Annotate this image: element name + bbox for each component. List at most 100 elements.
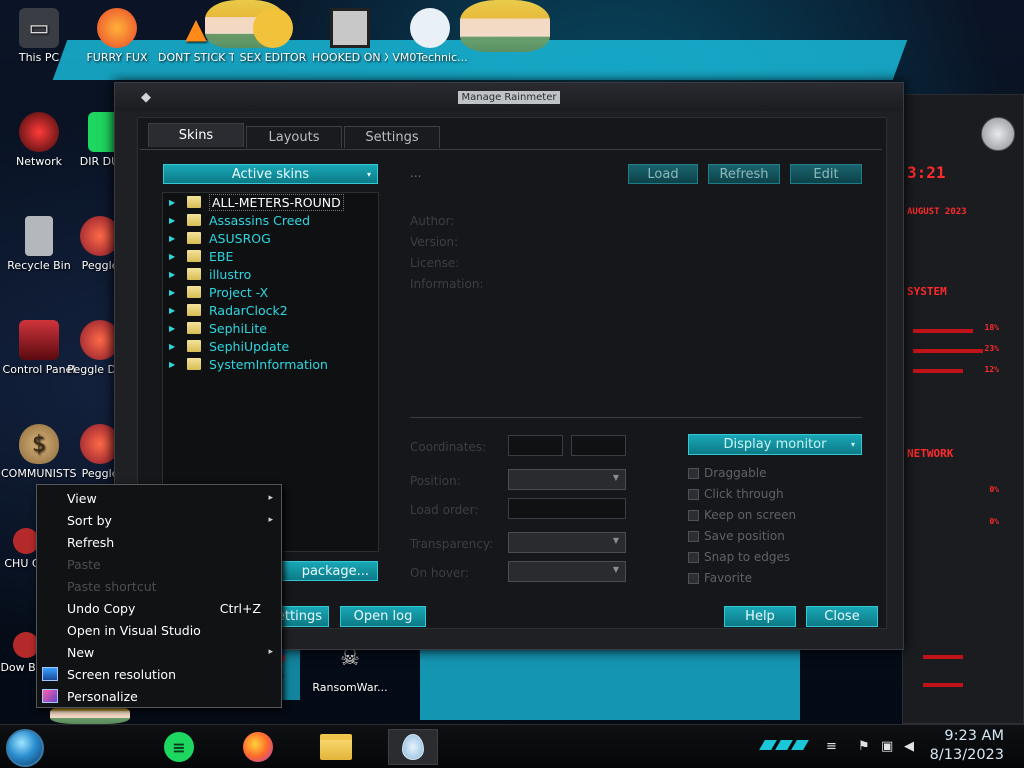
skin-item[interactable]: ▶ EBE [163, 247, 378, 265]
menu-item-view[interactable]: View ▸ [37, 487, 281, 509]
expand-icon[interactable]: ▶ [169, 288, 183, 297]
taskbar-app-rainmeter[interactable] [388, 729, 438, 765]
close-button[interactable]: Close [806, 606, 878, 627]
tab-settings[interactable]: Settings [344, 126, 440, 148]
tab-layouts[interactable]: Layouts [246, 126, 342, 148]
refresh-label: Refresh [719, 166, 769, 182]
menu-item-label: Paste shortcut [67, 578, 157, 594]
skin-item[interactable]: ▶ Assassins Creed [163, 211, 378, 229]
save-position-checkbox[interactable]: Save position [688, 529, 785, 543]
volume-icon[interactable]: ◀ [904, 739, 914, 754]
settings-label: ettings [276, 609, 322, 624]
skin-item[interactable]: ▶ illustro [163, 265, 378, 283]
y-coordinate-field[interactable] [571, 435, 626, 456]
taskbar-app-firefox[interactable] [234, 729, 282, 765]
checkbox-box[interactable] [688, 551, 699, 563]
install-package-button[interactable]: package... [278, 561, 378, 581]
desktop-icon-network[interactable]: Network [1, 112, 77, 168]
desktop-icon-this-pc[interactable]: ▭ This PC [1, 8, 77, 64]
skin-path-label: ... [410, 166, 422, 180]
menu-item-paste-shortcut: Paste shortcut [37, 575, 281, 597]
skin-item[interactable]: ▶ ALL-METERS-ROUND [163, 193, 378, 211]
menu-item-sort-by[interactable]: Sort by ▸ [37, 509, 281, 531]
wallpaper-stripe [420, 645, 800, 720]
checkbox-box[interactable] [688, 488, 699, 500]
network-icon[interactable]: ▣ [881, 739, 893, 754]
submenu-arrow-icon: ▸ [268, 515, 273, 525]
skin-item[interactable]: ▶ SystemInformation [163, 355, 378, 373]
snap-to-edges-checkbox[interactable]: Snap to edges [688, 550, 790, 564]
help-button[interactable]: Help [724, 606, 796, 627]
menu-item-new[interactable]: New ▸ [37, 641, 281, 663]
skin-name: RadarClock2 [209, 302, 288, 318]
desktop-icon-label: DONT STICK THIS IN YO... [158, 51, 234, 64]
display-monitor-button[interactable]: Display monitor ▾ [688, 434, 862, 455]
file-explorer-icon [320, 734, 352, 760]
expand-icon[interactable]: ▶ [169, 252, 183, 261]
checkbox-box[interactable] [688, 509, 699, 521]
expand-icon[interactable]: ▶ [169, 324, 183, 333]
window-titlebar[interactable]: ◆ Manage Rainmeter [115, 83, 903, 111]
edit-button[interactable]: Edit [790, 164, 862, 184]
widget-bar [913, 329, 973, 333]
desktop-icon-sex-editor[interactable]: SEX EDITOR [235, 8, 311, 64]
x-coordinate-field[interactable] [508, 435, 563, 456]
display-monitor-label: Display monitor [723, 437, 827, 452]
desktop-icon-furry-fux[interactable]: FURRY FUX [79, 8, 155, 64]
load-order-field[interactable] [508, 498, 626, 519]
menu-item-screen-resolution[interactable]: Screen resolution [37, 663, 281, 685]
flag-icon[interactable]: ⚑ [858, 739, 870, 754]
skin-item[interactable]: ▶ SephiUpdate [163, 337, 378, 355]
start-button[interactable] [6, 729, 44, 767]
expand-icon[interactable]: ▶ [169, 306, 183, 315]
desktop-context-menu[interactable]: View ▸ Sort by ▸ Refresh Paste Paste short… [36, 484, 282, 708]
skin-item[interactable]: ▶ SephiLite [163, 319, 378, 337]
checkbox-box[interactable] [688, 530, 699, 542]
desktop-icon-label: Network [16, 155, 62, 168]
on-hover-dropdown[interactable]: ▼ [508, 561, 626, 582]
tab-bar: Skins Layouts Settings [148, 123, 442, 148]
expand-icon[interactable]: ▶ [169, 198, 183, 207]
expand-icon[interactable]: ▶ [169, 234, 183, 243]
menu-item-label: Undo Copy [67, 600, 136, 616]
checkbox-label: Click through [704, 487, 784, 501]
widget-pct2: 23% [984, 344, 999, 353]
expand-icon[interactable]: ▶ [169, 360, 183, 369]
load-button[interactable]: Load [628, 164, 698, 184]
expand-icon[interactable]: ▶ [169, 342, 183, 351]
skin-item[interactable]: ▶ RadarClock2 [163, 301, 378, 319]
traffic-cone-icon: ▲ [185, 11, 207, 45]
system-clock[interactable]: 9:23 AM 8/13/2023 [930, 727, 1004, 765]
menu-item-personalize[interactable]: Personalize [37, 685, 281, 707]
widget-clock: 3:21 [907, 163, 946, 182]
skin-item[interactable]: ▶ ASUSROG [163, 229, 378, 247]
open-log-button[interactable]: Open log [340, 606, 426, 627]
desktop-icon-vm0technic[interactable]: VM0Technic... [392, 8, 468, 64]
checkbox-box[interactable] [688, 572, 699, 584]
transparency-dropdown[interactable]: ▼ [508, 532, 626, 553]
expand-icon[interactable]: ▶ [169, 270, 183, 279]
tab-skins[interactable]: Skins [148, 123, 244, 147]
skin-item[interactable]: ▶ Project -X [163, 283, 378, 301]
desktop[interactable]: 3:21 AUGUST 2023 SYSTEM 18% 23% 12% NETW… [0, 0, 1024, 768]
click-through-checkbox[interactable]: Click through [688, 487, 784, 501]
cartoon-character-icon [253, 8, 293, 48]
menu-item-undo-copy[interactable]: Undo Copy Ctrl+Z [37, 597, 281, 619]
desktop-icon-dont-stick[interactable]: ▲ DONT STICK THIS IN YO... [158, 8, 234, 64]
taskbar-app-notepad[interactable]: ≡ [155, 729, 203, 765]
position-dropdown[interactable]: ▼ [508, 469, 626, 490]
keep-on-screen-checkbox[interactable]: Keep on screen [688, 508, 796, 522]
menu-item-refresh[interactable]: Refresh [37, 531, 281, 553]
menu-item-open-in-visual-studio[interactable]: Open in Visual Studio [37, 619, 281, 641]
favorite-checkbox[interactable]: Favorite [688, 571, 752, 585]
taskbar-app-file-explorer[interactable] [312, 729, 360, 765]
active-skins-button[interactable]: Active skins ▾ [163, 164, 378, 184]
expand-icon[interactable]: ▶ [169, 216, 183, 225]
draggable-checkbox[interactable]: Draggable [688, 466, 766, 480]
desktop-icon-hooked-on-xonix[interactable]: HOOKED ON XONIX [312, 8, 388, 64]
tray-menu-icon[interactable]: ≡ [826, 739, 837, 754]
refresh-button[interactable]: Refresh [708, 164, 780, 184]
checkbox-box[interactable] [688, 467, 699, 479]
active-skins-label: Active skins [231, 166, 310, 182]
load-order-label: Load order: [410, 503, 479, 517]
